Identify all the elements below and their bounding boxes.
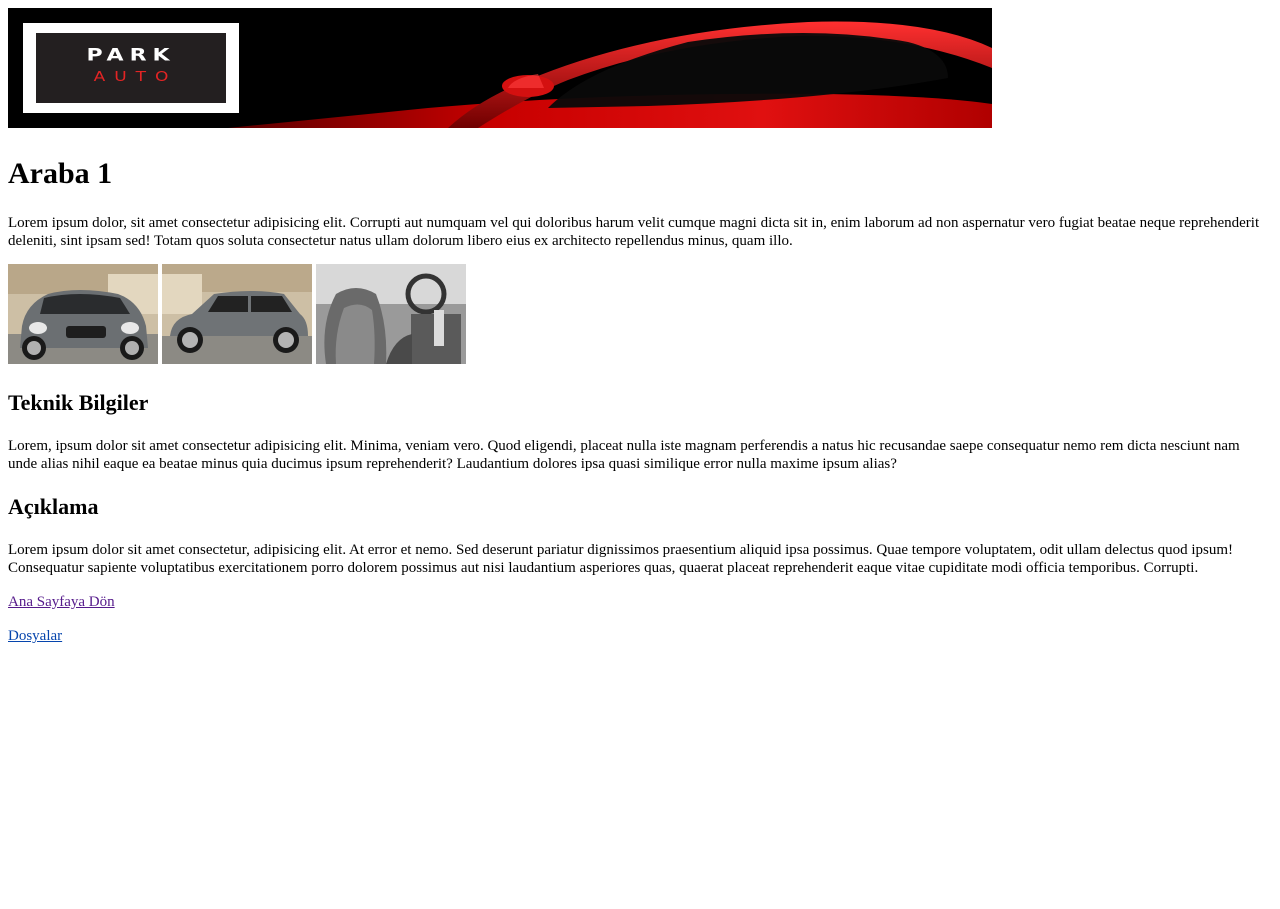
header-banner: PARK AUTO [8, 8, 992, 128]
logo-text-park: PARK [86, 46, 176, 65]
description-heading: Açıklama [8, 494, 99, 519]
car-interior-photo[interactable] [316, 264, 466, 364]
logo-plate: PARK AUTO [36, 33, 226, 103]
car-side-photo[interactable] [162, 264, 312, 364]
page-title: Araba 1 [8, 157, 113, 190]
intro-paragraph: Lorem ipsum dolor, sit amet consectetur … [8, 215, 1260, 249]
tech-specs-heading: Teknik Bilgiler [8, 390, 149, 415]
description-paragraph: Lorem ipsum dolor sit amet consectetur, … [8, 542, 1233, 576]
files-link[interactable]: Dosyalar [8, 627, 62, 645]
park-auto-logo[interactable]: PARK AUTO [23, 23, 239, 113]
home-link[interactable]: Ana Sayfaya Dön [8, 593, 115, 611]
car-front-photo[interactable] [8, 264, 158, 364]
tech-specs-paragraph: Lorem, ipsum dolor sit amet consectetur … [8, 438, 1240, 472]
logo-text-auto: AUTO [93, 69, 178, 85]
